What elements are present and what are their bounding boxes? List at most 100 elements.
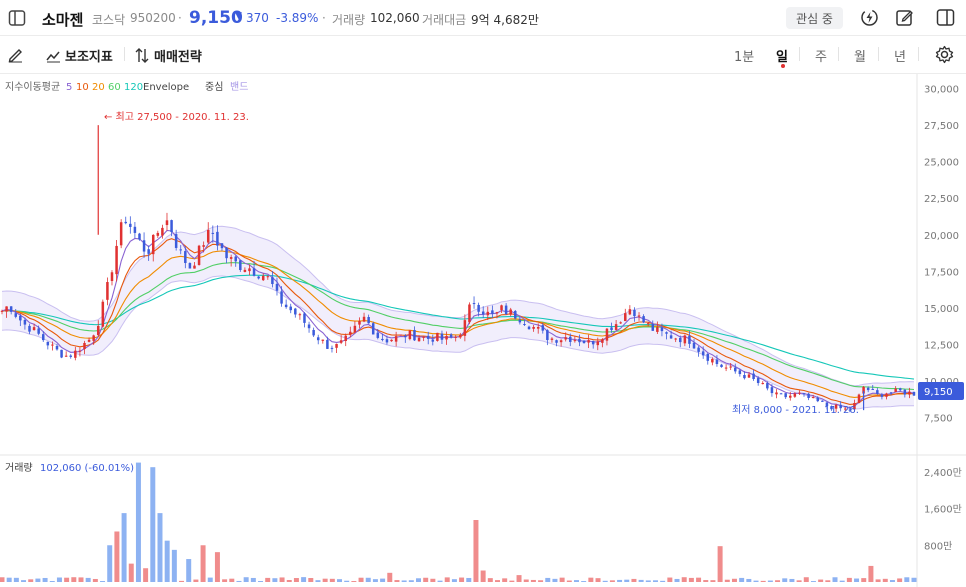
period-1min[interactable]: 1분	[734, 46, 754, 65]
high-annotation: ← 최고 27,500 - 2020. 11. 23.	[104, 111, 249, 123]
edit-icon[interactable]	[895, 8, 914, 27]
watch-button[interactable]: 관심 중	[786, 7, 843, 29]
volume-bar	[258, 581, 264, 582]
period-day[interactable]: 일	[776, 46, 788, 65]
volume-bar	[832, 577, 838, 582]
candle-body	[399, 334, 402, 336]
candle-body	[711, 358, 714, 363]
candle-body	[307, 324, 311, 329]
sidebar-toggle-icon[interactable]	[8, 9, 26, 27]
candle-body	[816, 397, 820, 402]
volume-bar	[250, 577, 256, 582]
volume-bar	[150, 467, 156, 582]
volume-bar	[617, 579, 623, 582]
candle-body	[802, 393, 806, 395]
stock-code: 950200	[130, 11, 176, 25]
volume-bar	[143, 568, 149, 582]
candle-body	[624, 313, 627, 322]
volume-bar	[796, 580, 802, 582]
candle-body	[793, 393, 797, 397]
volume-bar	[688, 577, 694, 582]
volume-bar	[207, 577, 213, 582]
volume-bar	[114, 531, 120, 582]
candle-body	[885, 393, 888, 397]
candle-body	[495, 312, 499, 314]
candle-body	[371, 323, 375, 335]
candle-body	[294, 308, 297, 315]
lightning-icon[interactable]	[860, 8, 879, 27]
volume-bar	[875, 579, 881, 582]
volume-bar	[681, 577, 687, 582]
ma-120-label: 120	[124, 82, 143, 93]
candle-body	[60, 349, 63, 358]
candle-body	[376, 332, 380, 338]
volume-bar	[100, 581, 106, 582]
volume-bar	[839, 580, 845, 582]
candle-body	[133, 226, 137, 233]
candle-body	[142, 240, 146, 252]
candle-body	[463, 320, 467, 336]
separator-dot: ·	[178, 11, 182, 25]
period-month[interactable]: 월	[854, 46, 866, 65]
candle-body	[821, 400, 824, 402]
candle-body	[119, 222, 123, 246]
volume-bar	[301, 577, 307, 582]
strategy-button[interactable]: 매매전략	[135, 46, 202, 65]
candle-body	[197, 245, 201, 265]
candle-body	[51, 344, 54, 346]
candle-body	[504, 305, 508, 315]
candle-body	[550, 338, 554, 340]
volume-axis: 2,400만 1,600만 800만	[924, 467, 962, 552]
candle-body	[19, 315, 22, 321]
volume-bar	[696, 577, 702, 582]
period-divider	[918, 47, 919, 61]
envelope-center-label: 중심	[205, 81, 223, 93]
price-chart[interactable]: 30,000 27,500 25,000 22,500 20,000 17,500 15,0…	[0, 74, 966, 587]
pen-icon[interactable]	[7, 46, 24, 63]
candle-body	[55, 346, 59, 350]
candle-body	[344, 335, 347, 342]
period-year[interactable]: 년	[894, 46, 906, 65]
indicators-button[interactable]: 보조지표	[46, 46, 113, 65]
volume-bar	[717, 546, 723, 582]
volume-bar	[408, 580, 414, 582]
volume-bar	[652, 580, 658, 582]
volume-bar	[559, 577, 565, 582]
candle-body	[280, 291, 283, 304]
candle-body	[326, 339, 329, 349]
volume-bar	[609, 580, 615, 582]
volume-bar	[372, 579, 378, 582]
candle-body	[903, 389, 907, 395]
candle-body	[174, 234, 178, 248]
candle-body	[417, 337, 421, 342]
period-divider	[799, 47, 800, 61]
candle-body	[202, 245, 205, 247]
volume-bar	[444, 577, 450, 582]
candle-body	[486, 311, 490, 316]
volume-bar	[13, 577, 19, 582]
amount-label: 거래대금	[422, 13, 467, 27]
volume-bar	[401, 580, 407, 582]
candle-body	[5, 306, 8, 312]
panel-icon[interactable]	[936, 8, 955, 27]
candle-body	[170, 220, 173, 233]
candle-body	[234, 256, 237, 262]
period-divider	[838, 47, 839, 61]
volume-value: 102,060	[370, 11, 420, 25]
candle-body	[271, 277, 274, 285]
low-annotation: 최저 8,000 - 2021. 11. 26.	[732, 404, 859, 416]
candle-body	[243, 269, 247, 272]
period-week[interactable]: 주	[815, 46, 827, 65]
ma-5-label: 5	[66, 82, 72, 93]
candle-body	[514, 310, 517, 319]
volume-bar	[272, 578, 278, 582]
candle-body	[266, 276, 270, 278]
candle-body	[358, 320, 361, 325]
gear-icon[interactable]	[935, 45, 954, 64]
candle-body	[761, 383, 765, 385]
price-change-pct: -3.89%	[276, 11, 319, 25]
volume-bar	[495, 580, 500, 582]
candle-body	[349, 331, 352, 335]
candle-body	[546, 330, 549, 341]
candle-body	[660, 327, 664, 332]
